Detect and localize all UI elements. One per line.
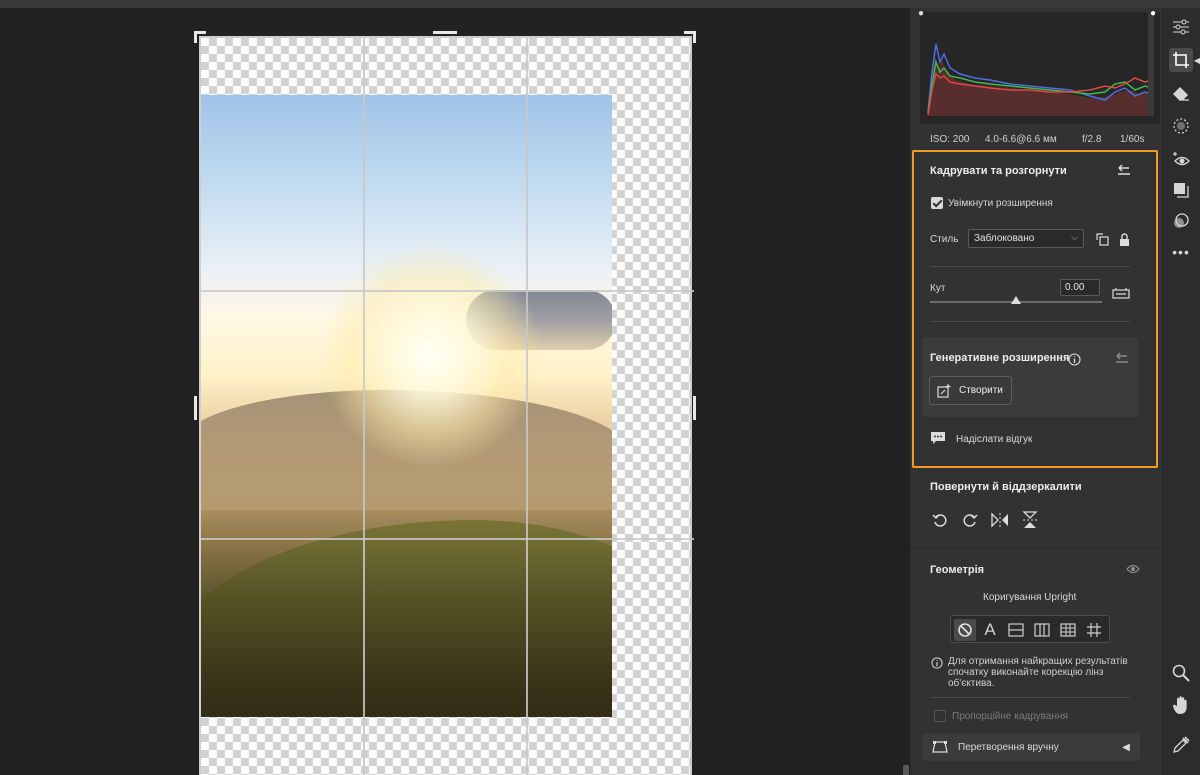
create-button[interactable]: Створити bbox=[929, 376, 1012, 405]
angle-slider-thumb[interactable] bbox=[1011, 296, 1021, 304]
swap-orientation-icon[interactable] bbox=[1093, 230, 1111, 248]
zoom-icon[interactable] bbox=[1169, 661, 1193, 685]
straighten-tool-icon[interactable] bbox=[1110, 285, 1132, 301]
visibility-eye-icon[interactable] bbox=[1124, 561, 1142, 577]
geometry-info-line2: спочатку виконайте корекцію лінз bbox=[948, 667, 1104, 678]
crop-divider-2 bbox=[930, 321, 1130, 322]
crop-handle-top[interactable] bbox=[433, 31, 457, 34]
histogram: ● ● bbox=[918, 8, 1160, 124]
crop-section-title: Кадрувати та розгорнути bbox=[930, 165, 1067, 177]
hand-icon[interactable] bbox=[1169, 693, 1193, 717]
camera-iso: ISO: 200 bbox=[930, 134, 970, 145]
create-button-label: Створити bbox=[959, 385, 1003, 396]
eyedropper-icon[interactable] bbox=[1169, 733, 1193, 757]
angle-input[interactable]: 0.00 bbox=[1060, 279, 1100, 296]
geometry-divider bbox=[930, 697, 1130, 698]
adjust-sliders-icon[interactable] bbox=[1169, 15, 1193, 39]
presets-icon[interactable] bbox=[1169, 178, 1193, 202]
camera-lens: 4.0-6.6@6.6 мм bbox=[985, 134, 1057, 145]
flip-vertical-icon[interactable] bbox=[1020, 510, 1040, 530]
geometry-section-title: Геометрія bbox=[930, 564, 985, 576]
proportional-crop-checkbox[interactable] bbox=[934, 710, 946, 722]
crop-handle-right[interactable] bbox=[693, 396, 696, 420]
flip-horizontal-icon[interactable] bbox=[990, 510, 1010, 530]
highlight-clipping-icon[interactable]: ● bbox=[1146, 6, 1160, 20]
upright-full-icon[interactable] bbox=[1057, 619, 1079, 641]
angle-label: Кут bbox=[930, 283, 946, 294]
shadow-clipping-icon[interactable]: ● bbox=[914, 6, 928, 20]
image-canvas[interactable] bbox=[0, 8, 910, 775]
more-icon[interactable]: ••• bbox=[1169, 240, 1193, 264]
photo-image bbox=[201, 95, 612, 717]
upright-label: Коригування Upright bbox=[983, 592, 1077, 603]
style-select[interactable]: Заблоковано ⌵ bbox=[968, 229, 1084, 248]
reset-generative-icon[interactable] bbox=[1112, 350, 1132, 366]
manual-transform-row[interactable]: Перетворення вручну ◀ bbox=[922, 733, 1140, 761]
feedback-icon[interactable] bbox=[929, 430, 947, 446]
chevron-down-icon: ⌵ bbox=[1071, 232, 1078, 242]
grid-line-h1 bbox=[201, 290, 694, 292]
rotate-section-title: Повернути й віддзеркалити bbox=[930, 481, 1082, 493]
lock-icon[interactable] bbox=[1116, 230, 1132, 248]
upright-vertical-icon[interactable] bbox=[1031, 619, 1053, 641]
upright-level-icon[interactable] bbox=[1005, 619, 1027, 641]
style-select-value: Заблоковано bbox=[974, 233, 1035, 244]
generate-icon bbox=[936, 383, 952, 399]
snapshots-icon[interactable] bbox=[1169, 209, 1193, 233]
redeye-icon[interactable] bbox=[1169, 147, 1193, 171]
active-tool-arrow-icon: ◀ bbox=[1193, 55, 1200, 65]
geometry-info-line1: Для отримання найкращих результатів bbox=[948, 656, 1128, 667]
top-bar bbox=[0, 0, 1200, 8]
mask-icon[interactable] bbox=[1169, 114, 1193, 138]
upright-auto-icon[interactable]: A bbox=[979, 619, 1001, 641]
histogram-graph bbox=[927, 12, 1154, 116]
camera-shutter: 1/60s bbox=[1120, 134, 1145, 145]
upright-guided-icon[interactable] bbox=[1083, 619, 1105, 641]
info-icon[interactable] bbox=[1066, 351, 1082, 367]
photo-hill bbox=[201, 520, 612, 717]
style-label: Стиль bbox=[930, 234, 959, 245]
camera-aperture: f/2.8 bbox=[1082, 134, 1102, 145]
grid-line-v1 bbox=[363, 38, 365, 775]
crop-handle-top-right-v[interactable] bbox=[693, 31, 696, 43]
photo-sun bbox=[321, 245, 541, 465]
rotate-left-icon[interactable] bbox=[930, 510, 950, 530]
upright-mode-group: A bbox=[950, 615, 1110, 643]
grid-line-v2 bbox=[526, 38, 528, 775]
rotate-right-icon[interactable] bbox=[960, 510, 980, 530]
rotate-divider bbox=[911, 548, 1162, 549]
generative-expand-title: Генеративне розширення bbox=[930, 352, 1070, 364]
crop-frame[interactable] bbox=[199, 36, 694, 775]
crop-divider-1 bbox=[930, 266, 1130, 267]
crop-handle-left[interactable] bbox=[194, 396, 197, 420]
feedback-link[interactable]: Надіслати відгук bbox=[956, 434, 1032, 445]
geometry-info-line3: об'єктива. bbox=[948, 678, 995, 689]
geometry-info-icon bbox=[930, 656, 944, 670]
enable-expand-checkbox[interactable] bbox=[931, 197, 943, 209]
eraser-icon[interactable] bbox=[1169, 82, 1193, 106]
canvas-scrollbar[interactable] bbox=[903, 765, 909, 775]
enable-expand-label: Увімкнути розширення bbox=[948, 198, 1053, 209]
crop-handle-top-left-v[interactable] bbox=[194, 31, 197, 43]
transform-icon bbox=[931, 739, 949, 755]
grid-line-h2 bbox=[201, 538, 694, 540]
proportional-crop-label: Пропорційне кадрування bbox=[952, 711, 1068, 722]
manual-transform-label: Перетворення вручну bbox=[958, 742, 1059, 753]
crop-icon[interactable] bbox=[1169, 48, 1193, 72]
expand-triangle-icon: ◀ bbox=[1122, 741, 1130, 753]
reset-crop-icon[interactable] bbox=[1114, 162, 1134, 178]
upright-off-icon[interactable] bbox=[954, 619, 976, 641]
